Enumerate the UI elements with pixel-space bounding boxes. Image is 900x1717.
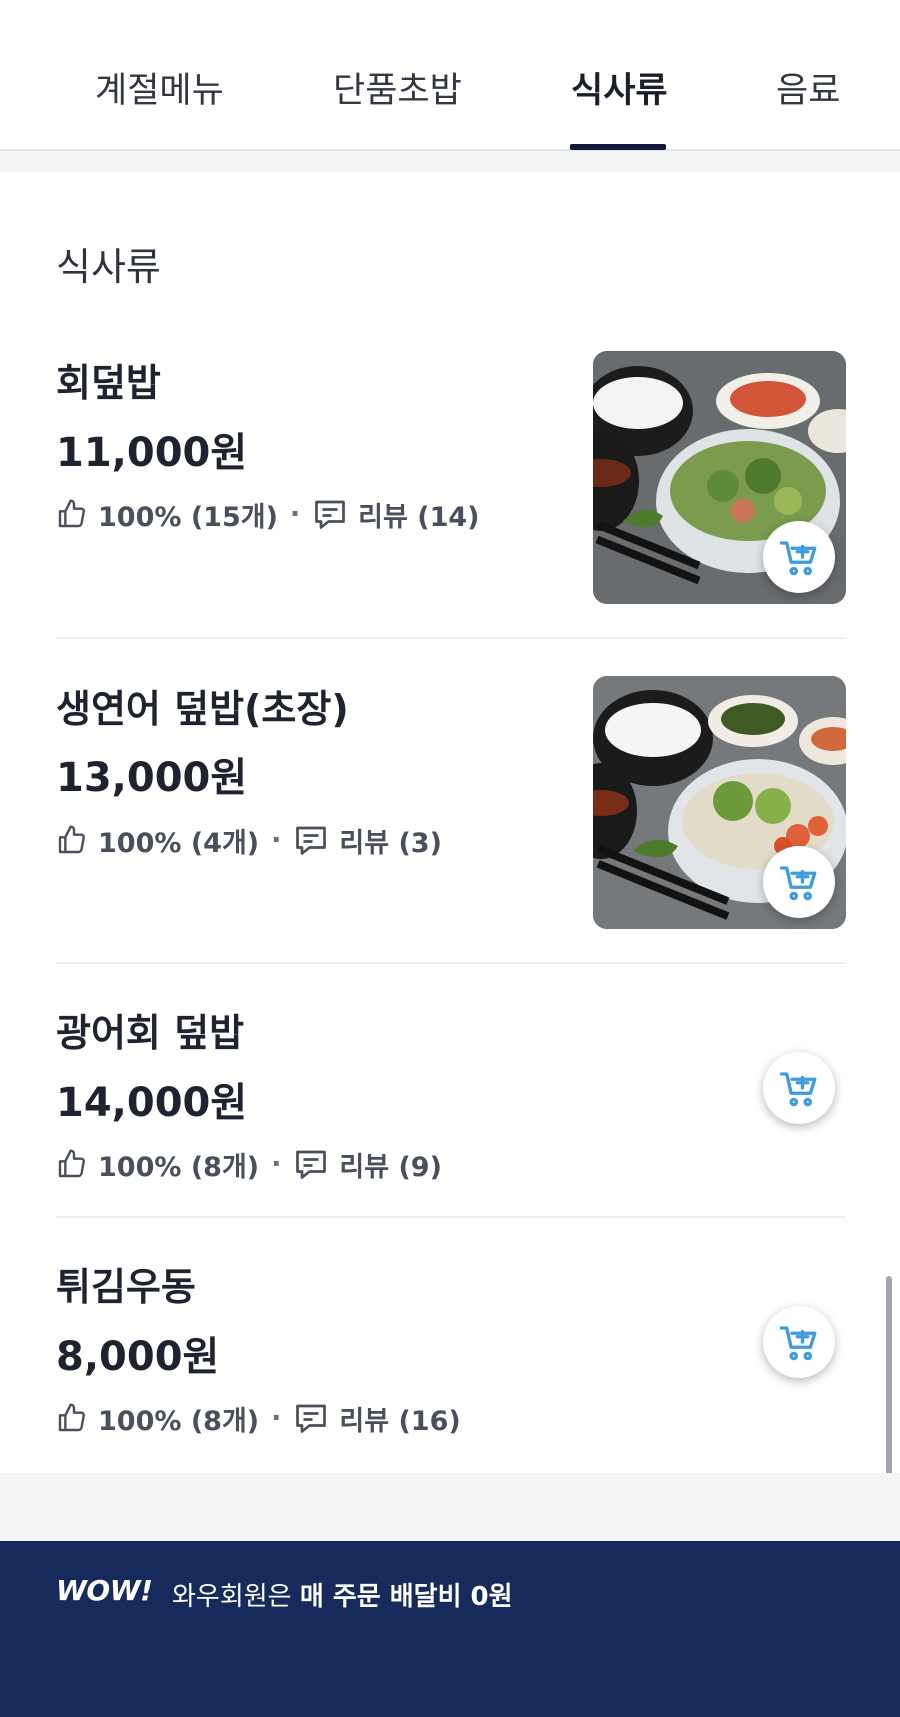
item-divider (56, 962, 846, 964)
active-tab-indicator (570, 144, 666, 150)
section-title: 식사류 (56, 245, 161, 289)
cart-plus-icon (779, 1072, 817, 1107)
category-tabs: 계절메뉴 단품초밥 식사류 음료 (0, 0, 900, 151)
thumbs-up-icon (56, 498, 88, 530)
reviews-text: 리뷰 (16) (339, 1405, 461, 1437)
item-meta: 100% (15개) · 리뷰 (14) (56, 494, 480, 534)
reviews-text: 리뷰 (3) (339, 827, 442, 859)
item-meta: 100% (8개) · 리뷰 (16) (56, 1398, 461, 1438)
wow-membership-banner[interactable] (0, 1541, 900, 1717)
tab-drinks[interactable]: 음료 (776, 62, 840, 113)
meta-separator: · (271, 1148, 282, 1180)
item-price: 13,000원 (56, 755, 248, 801)
add-to-cart-button[interactable] (763, 1306, 835, 1378)
comment-icon (293, 1400, 329, 1436)
wow-logo: WOW! (56, 1574, 153, 1607)
tab-seasonal-menu[interactable]: 계절메뉴 (95, 62, 224, 113)
item-name: 튀김우동 (56, 1265, 196, 1309)
meta-separator: · (271, 824, 282, 856)
thumbs-up-icon (56, 1148, 88, 1180)
cart-plus-icon (779, 866, 817, 901)
tab-meals[interactable]: 식사류 (571, 62, 668, 113)
meta-separator: · (271, 1402, 282, 1434)
reviews-text: 리뷰 (9) (339, 1151, 442, 1183)
section-spacer (0, 151, 900, 172)
section-spacer (0, 1473, 900, 1541)
comment-icon (312, 496, 348, 532)
thumbs-up-icon (56, 824, 88, 856)
add-to-cart-button[interactable] (763, 1052, 835, 1124)
comment-icon (293, 1146, 329, 1182)
cart-plus-icon (779, 1326, 817, 1361)
meta-separator: · (289, 498, 301, 530)
item-meta: 100% (4개) · 리뷰 (3) (56, 820, 442, 860)
item-price: 8,000원 (56, 1334, 220, 1380)
add-to-cart-button[interactable] (763, 846, 835, 918)
item-divider (56, 1216, 846, 1218)
rating-text: 100% (15개) (98, 501, 278, 533)
scrollbar[interactable] (886, 1276, 892, 1476)
add-to-cart-button[interactable] (763, 521, 835, 593)
item-divider (56, 637, 846, 639)
item-name: 광어회 덮밥 (56, 1011, 245, 1055)
reviews-text: 리뷰 (14) (358, 501, 480, 533)
item-name: 회덮밥 (56, 361, 161, 405)
rating-text: 100% (8개) (98, 1151, 260, 1183)
comment-icon (293, 822, 329, 858)
banner-text-prefix: 와우회원은 (172, 1582, 300, 1612)
cart-plus-icon (779, 541, 817, 576)
tab-single-sushi[interactable]: 단품초밥 (333, 62, 462, 113)
item-name: 생연어 덮밥(초장) (56, 687, 349, 731)
item-price: 14,000원 (56, 1080, 248, 1126)
thumbs-up-icon (56, 1402, 88, 1434)
banner-text: 와우회원은 매 주문 배달비 0원 (172, 1576, 513, 1613)
banner-text-highlight: 매 주문 배달비 0원 (299, 1582, 513, 1612)
rating-text: 100% (8개) (98, 1405, 260, 1437)
item-price: 11,000원 (56, 430, 248, 476)
item-meta: 100% (8개) · 리뷰 (9) (56, 1144, 442, 1184)
rating-text: 100% (4개) (98, 827, 260, 859)
